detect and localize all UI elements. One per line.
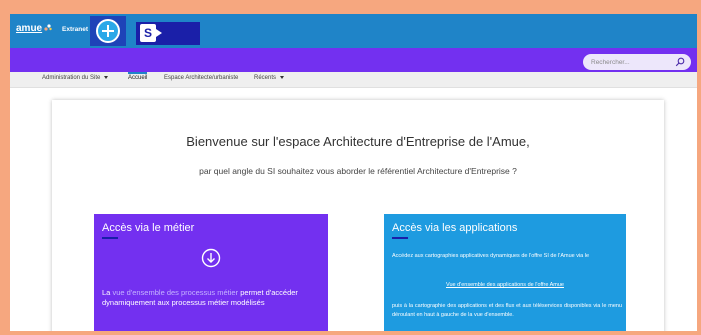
amue-logo-icon	[44, 24, 52, 31]
arrow-down-circle-icon[interactable]	[201, 248, 221, 268]
plus-icon	[96, 19, 120, 43]
caret-down-icon	[104, 75, 109, 79]
nav-item-accueil[interactable]: Accueil	[128, 72, 148, 81]
page-subtitle: par quel angle du SI souhaitez vous abor…	[199, 166, 517, 176]
site-label[interactable]: Extranet	[62, 26, 88, 33]
title-underline	[102, 237, 118, 239]
nav-item-label: Administration du Site	[42, 75, 101, 81]
nav-item-label: Récents	[254, 75, 277, 81]
arrow-right-icon	[156, 29, 162, 37]
suite-bar: amue Extranet S	[10, 14, 697, 48]
search-icon[interactable]	[675, 57, 685, 67]
panel-description: La vue d'ensemble des processus métier p…	[102, 288, 322, 308]
nav-item-recents[interactable]: Récents	[254, 75, 285, 81]
panel-applications[interactable]: Accès via les applications Accédez aux c…	[384, 214, 626, 331]
search-box[interactable]	[583, 54, 691, 70]
header-band	[10, 48, 697, 72]
applications-overview-link[interactable]: Vue d'ensemble des applications de l'off…	[384, 282, 626, 288]
content-card: Bienvenue sur l'espace Architecture d'En…	[52, 100, 664, 331]
panel-metier[interactable]: Accès via le métier La vue d'ensemble de…	[94, 214, 328, 331]
amue-logo[interactable]: amue	[16, 23, 42, 34]
description-prefix: La	[102, 288, 113, 297]
search-input[interactable]	[591, 56, 671, 68]
browser-viewport: amue Extranet S Administration du Site	[10, 14, 697, 331]
sharepoint-icon: S	[140, 24, 156, 42]
top-navigation: Administration du Site Accueil Espace Ar…	[10, 72, 697, 88]
nav-item-espace-architecte[interactable]: Espace Architecte/urbaniste	[164, 75, 238, 81]
processus-link[interactable]: vue d'ensemble des processus métier	[112, 288, 238, 297]
nav-item-label: Accueil	[128, 75, 148, 81]
title-underline	[392, 237, 408, 239]
nav-item-label: Espace Architecte/urbaniste	[164, 75, 239, 81]
nav-item-administration[interactable]: Administration du Site	[42, 75, 109, 81]
panel-description: puis à la cartographie des applications …	[392, 303, 622, 318]
panel-intro: Accédez aux cartographies applicatives d…	[392, 253, 590, 259]
page-title: Bienvenue sur l'espace Architecture d'En…	[186, 134, 530, 149]
caret-down-icon	[280, 75, 285, 79]
add-button[interactable]	[90, 16, 126, 46]
sharepoint-logo[interactable]: S	[136, 22, 200, 45]
panel-title: Accès via les applications	[392, 222, 518, 234]
panel-title: Accès via le métier	[102, 222, 195, 234]
